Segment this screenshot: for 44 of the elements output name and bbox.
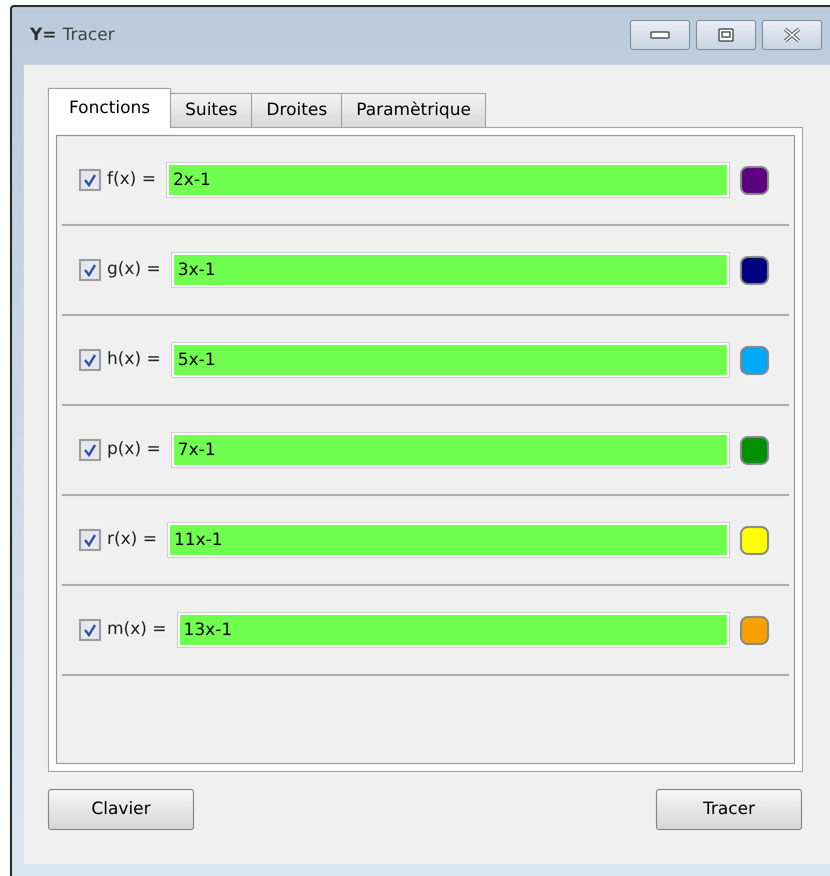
checkbox[interactable] xyxy=(79,259,101,281)
function-label: m(x) = xyxy=(107,618,167,642)
checkmark-icon xyxy=(83,443,97,457)
color-swatch[interactable] xyxy=(740,346,769,374)
checkmark-icon xyxy=(83,263,97,277)
function-label: h(x) = xyxy=(107,348,161,372)
expression-field[interactable]: 3x-1 xyxy=(170,252,730,288)
checkbox[interactable] xyxy=(79,349,101,371)
tab[interactable]: Droites xyxy=(252,93,342,127)
function-label: r(x) = xyxy=(107,528,157,552)
minimize-icon xyxy=(650,30,670,40)
maximize-icon xyxy=(718,28,734,42)
checkmark-icon xyxy=(83,623,97,637)
close-icon xyxy=(782,27,802,43)
minimize-button[interactable] xyxy=(630,20,690,50)
function-label: p(x) = xyxy=(107,438,161,462)
expression-field[interactable]: 11x-1 xyxy=(166,522,730,558)
color-swatch[interactable] xyxy=(740,436,769,464)
expression-field[interactable]: 2x-1 xyxy=(166,162,730,198)
checkmark-icon xyxy=(83,173,97,187)
tab[interactable]: Paramètrique xyxy=(342,93,486,127)
window-title: Tracer xyxy=(62,24,115,48)
color-swatch[interactable] xyxy=(740,256,769,284)
color-swatch[interactable] xyxy=(740,616,769,644)
app-icon: Y= xyxy=(30,23,57,49)
color-swatch[interactable] xyxy=(740,166,769,194)
checkmark-icon xyxy=(83,353,97,367)
maximize-button[interactable] xyxy=(696,20,756,50)
checkbox[interactable] xyxy=(79,439,101,461)
color-swatch[interactable] xyxy=(740,526,769,554)
close-button[interactable] xyxy=(762,20,822,50)
tab[interactable]: Suites xyxy=(171,93,252,127)
expression-field[interactable]: 13x-1 xyxy=(176,612,730,648)
tab[interactable]: Fonctions xyxy=(48,88,172,128)
checkbox[interactable] xyxy=(79,529,101,551)
function-label: f(x) = xyxy=(107,168,156,192)
checkmark-icon xyxy=(83,533,97,547)
expression-field[interactable]: 7x-1 xyxy=(170,432,730,468)
checkbox[interactable] xyxy=(79,619,101,641)
action-button[interactable]: Tracer xyxy=(656,789,802,830)
checkbox[interactable] xyxy=(79,169,101,191)
function-label: g(x) = xyxy=(107,258,161,282)
expression-field[interactable]: 5x-1 xyxy=(170,342,730,378)
action-button[interactable]: Clavier xyxy=(48,789,194,830)
